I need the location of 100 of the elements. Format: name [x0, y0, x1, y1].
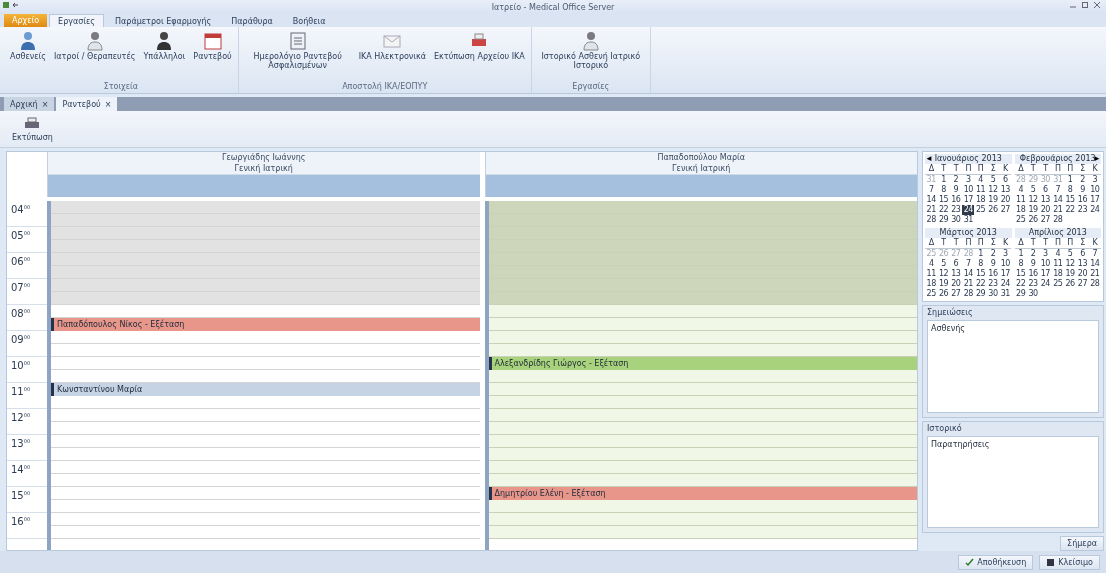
calendar-day[interactable]: 25	[925, 289, 938, 299]
calendar-day[interactable]: 5	[1026, 185, 1040, 195]
calendar-day[interactable]: 5	[986, 175, 1000, 185]
time-slot[interactable]	[488, 292, 917, 305]
time-slot[interactable]	[488, 435, 917, 448]
time-slot[interactable]	[488, 240, 917, 253]
calendar-day[interactable]: 26	[986, 205, 1000, 215]
save-icon[interactable]	[3, 2, 9, 8]
calendar-day[interactable]: 25	[1014, 215, 1027, 225]
calendar-day[interactable]: 6	[1039, 185, 1052, 195]
calendar-day[interactable]: 10	[962, 185, 975, 195]
calendar-day[interactable]: 4	[1014, 185, 1027, 195]
time-slot[interactable]	[488, 448, 917, 461]
calendar-day[interactable]: 19	[937, 279, 950, 289]
appointment[interactable]: Κωνσταντίνου Μαρία	[51, 383, 480, 396]
calendar-day[interactable]: 31	[999, 289, 1012, 299]
calendar-day[interactable]: 29	[1014, 289, 1027, 299]
calendar-day[interactable]: 12	[1063, 259, 1077, 269]
time-slot[interactable]	[488, 474, 917, 487]
calendar-day[interactable]: 22	[1014, 279, 1027, 289]
footer-button[interactable]: Κλείσιμο	[1039, 554, 1100, 570]
calendar-day[interactable]: 16	[949, 195, 963, 205]
calendar-day[interactable]: 26	[937, 289, 950, 299]
calendar-day[interactable]: 1	[974, 249, 987, 259]
calendar-day[interactable]: 30	[1026, 289, 1040, 299]
calendar-day[interactable]: 27	[1039, 215, 1052, 225]
time-slot[interactable]	[51, 240, 480, 253]
calendar-day[interactable]: 1	[937, 175, 950, 185]
calendar-day[interactable]: 14	[1051, 195, 1064, 205]
ribbon-button[interactable]: Εκτύπωση Αρχείου ΙΚΑ	[432, 29, 527, 82]
time-slot[interactable]	[51, 214, 480, 227]
calendar-day[interactable]: 19	[1026, 205, 1040, 215]
calendar-day[interactable]: 16	[1026, 269, 1040, 279]
calendar-day[interactable]: 18	[1014, 205, 1027, 215]
calendar-day[interactable]: 4	[925, 259, 938, 269]
calendar-day[interactable]: 16	[1076, 195, 1089, 205]
calendar-day[interactable]: 15	[1014, 269, 1027, 279]
calendar-day[interactable]: 6	[949, 259, 963, 269]
ribbon-tab[interactable]: Παράθυρα	[222, 14, 282, 27]
calendar-day[interactable]: 21	[962, 279, 975, 289]
calendar-day[interactable]: 10	[999, 259, 1012, 269]
calendar-day[interactable]: 7	[962, 259, 975, 269]
calendar-day[interactable]: 3	[1088, 175, 1101, 185]
document-tab[interactable]: Ραντεβού ×	[56, 97, 118, 111]
ribbon-button[interactable]: Ιστορικό Ασθενή Ιατρικό Ιστορικό	[535, 29, 646, 82]
memo-field[interactable]: Ασθενής	[927, 320, 1099, 413]
calendar-day[interactable]: 3	[999, 249, 1012, 259]
calendar-day[interactable]: 5	[1063, 249, 1077, 259]
calendar-day[interactable]: 23	[1076, 205, 1089, 215]
calendar-day[interactable]: 4	[974, 175, 987, 185]
calendar-day[interactable]: 14	[962, 269, 975, 279]
calendar-day[interactable]: 31	[962, 215, 975, 225]
close-icon[interactable]: ×	[41, 99, 49, 109]
time-slot[interactable]	[488, 214, 917, 227]
time-slot[interactable]	[488, 253, 917, 266]
time-slot[interactable]	[488, 318, 917, 331]
calendar-day[interactable]: 15	[974, 269, 987, 279]
undo-icon[interactable]	[12, 2, 18, 8]
calendar-day[interactable]: 20	[1039, 205, 1052, 215]
time-slot[interactable]	[488, 227, 917, 240]
calendar-day[interactable]: 15	[1063, 195, 1077, 205]
calendar-day[interactable]: 27	[949, 289, 963, 299]
time-slot[interactable]	[51, 227, 480, 240]
time-slot[interactable]	[488, 396, 917, 409]
ribbon-button[interactable]: Ημερολόγιο Ραντεβού Ασφαλισμένων	[242, 29, 353, 82]
time-slot[interactable]	[488, 331, 917, 344]
calendar-day[interactable]: 17	[1088, 195, 1101, 205]
ribbon-button[interactable]: ΙΚΑ Ηλεκτρονικά	[356, 29, 429, 82]
calendar-day[interactable]: 25	[974, 205, 987, 215]
close-icon[interactable]	[1094, 2, 1100, 8]
calendar-day[interactable]: 9	[1076, 185, 1089, 195]
calendar-day[interactable]: 20	[949, 279, 963, 289]
calendar-day[interactable]: 17	[999, 269, 1012, 279]
calendar-day[interactable]: 20	[1076, 269, 1089, 279]
calendar-day[interactable]: 26	[1063, 279, 1077, 289]
ribbon-tab[interactable]: Εργασίες	[49, 14, 105, 27]
calendar-day[interactable]: 28	[1088, 279, 1101, 289]
calendar-day[interactable]: 8	[974, 259, 987, 269]
time-slot[interactable]	[51, 201, 480, 214]
calendar-day[interactable]: 13	[999, 185, 1012, 195]
time-slot[interactable]	[488, 422, 917, 435]
calendar-day[interactable]: 3	[962, 175, 975, 185]
document-tab[interactable]: Αρχική ×	[4, 97, 55, 111]
time-slot[interactable]	[488, 344, 917, 357]
calendar-day[interactable]: 18	[1051, 269, 1064, 279]
ribbon-tab[interactable]: Βοήθεια	[283, 14, 335, 27]
time-slot[interactable]	[51, 279, 480, 292]
calendar-day[interactable]: 15	[937, 195, 950, 205]
time-slot[interactable]	[488, 461, 917, 474]
calendar-day[interactable]: 13	[949, 269, 963, 279]
time-slot[interactable]	[488, 526, 917, 539]
calendar-day[interactable]: 27	[1076, 279, 1089, 289]
calendar-day[interactable]: 27	[999, 205, 1012, 215]
today-button[interactable]: Σήμερα	[1060, 536, 1104, 551]
time-slot[interactable]	[51, 253, 480, 266]
time-slot[interactable]	[51, 266, 480, 279]
calendar-day[interactable]: 7	[1051, 185, 1064, 195]
calendar-day[interactable]: 21	[1088, 269, 1101, 279]
calendar-day[interactable]: 20	[999, 195, 1012, 205]
calendar-day[interactable]: 30	[949, 215, 963, 225]
